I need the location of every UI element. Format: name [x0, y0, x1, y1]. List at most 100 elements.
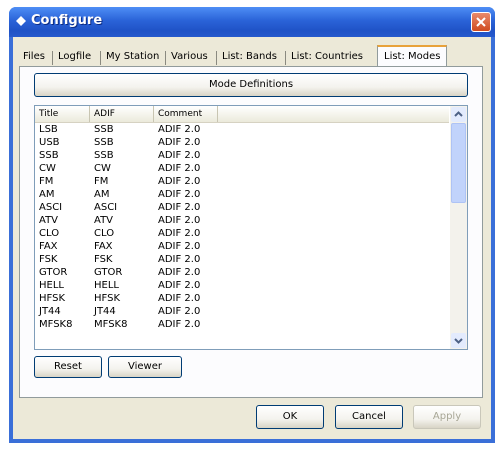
- row-title: USB: [39, 137, 60, 148]
- list-row[interactable]: ASCI ASCI ADIF 2.0: [35, 201, 449, 214]
- row-comment: ADIF 2.0: [158, 163, 201, 174]
- list-row[interactable]: USB SSB ADIF 2.0: [35, 136, 449, 149]
- row-title: FAX: [39, 241, 58, 252]
- vertical-scrollbar[interactable]: [450, 106, 467, 349]
- row-comment: ADIF 2.0: [158, 293, 201, 304]
- row-title: SSB: [39, 150, 59, 161]
- row-adif: FM: [94, 176, 109, 187]
- row-title: CW: [39, 163, 56, 174]
- row-adif: HELL: [94, 280, 119, 291]
- list-row[interactable]: MFSK8 MFSK8 ADIF 2.0: [35, 318, 449, 331]
- list-rows: LSB SSB ADIF 2.0 USB SSB ADIF 2.0 SSB SSB ADIF 2…: [35, 123, 449, 331]
- row-adif: SSB: [94, 150, 114, 161]
- row-adif: MFSK8: [94, 319, 128, 330]
- row-title: LSB: [39, 124, 58, 135]
- row-comment: ADIF 2.0: [158, 150, 201, 161]
- row-title: FM: [39, 176, 54, 187]
- row-title: ATV: [39, 215, 59, 226]
- row-title: ASCI: [39, 202, 63, 213]
- dialog-body: Files Logfile My Station Various List: B…: [13, 37, 491, 439]
- tab-list-countries[interactable]: List: Countries: [291, 48, 363, 66]
- row-comment: ADIF 2.0: [158, 202, 201, 213]
- tab-divider: [52, 51, 53, 65]
- list-row[interactable]: CLO CLO ADIF 2.0: [35, 227, 449, 240]
- row-comment: ADIF 2.0: [158, 189, 201, 200]
- row-comment: ADIF 2.0: [158, 280, 201, 291]
- mode-definitions-button[interactable]: Mode Definitions: [34, 73, 468, 97]
- row-adif: SSB: [94, 137, 114, 148]
- row-adif: SSB: [94, 124, 114, 135]
- row-comment: ADIF 2.0: [158, 228, 201, 239]
- row-title: CLO: [39, 228, 60, 239]
- list-modes-panel: Mode Definitions Title ADIF Comment LSB S…: [19, 66, 483, 398]
- row-adif: JT44: [94, 306, 116, 317]
- tab-various[interactable]: Various: [171, 48, 208, 66]
- tab-divider: [285, 51, 286, 65]
- row-comment: ADIF 2.0: [158, 124, 201, 135]
- reset-button[interactable]: Reset: [34, 356, 102, 378]
- list-row[interactable]: FM FM ADIF 2.0: [35, 175, 449, 188]
- list-row[interactable]: HELL HELL ADIF 2.0: [35, 279, 449, 292]
- column-header-adif[interactable]: ADIF: [90, 106, 154, 122]
- list-row[interactable]: HFSK HFSK ADIF 2.0: [35, 292, 449, 305]
- ok-button[interactable]: OK: [256, 405, 324, 429]
- row-adif: HFSK: [94, 293, 121, 304]
- scrollbar-thumb[interactable]: [451, 123, 466, 203]
- row-title: HFSK: [39, 293, 66, 304]
- row-title: JT44: [39, 306, 61, 317]
- tab-files[interactable]: Files: [23, 48, 45, 66]
- list-row[interactable]: ATV ATV ADIF 2.0: [35, 214, 449, 227]
- row-title: AM: [39, 189, 55, 200]
- row-comment: ADIF 2.0: [158, 267, 201, 278]
- row-adif: FAX: [94, 241, 113, 252]
- row-comment: ADIF 2.0: [158, 319, 201, 330]
- close-button[interactable]: [471, 12, 491, 32]
- diamond-icon: [16, 16, 26, 26]
- row-adif: ATV: [94, 215, 114, 226]
- apply-button: Apply: [413, 405, 481, 429]
- list-row[interactable]: JT44 JT44 ADIF 2.0: [35, 305, 449, 318]
- list-row[interactable]: CW CW ADIF 2.0: [35, 162, 449, 175]
- window-title: Configure: [31, 13, 103, 28]
- modes-list[interactable]: Title ADIF Comment LSB SSB ADIF 2.0 USB SSB A…: [34, 105, 468, 350]
- row-title: MFSK8: [39, 319, 73, 330]
- column-header-title[interactable]: Title: [35, 106, 90, 122]
- row-adif: AM: [94, 189, 110, 200]
- column-header-comment[interactable]: Comment: [154, 106, 218, 122]
- row-comment: ADIF 2.0: [158, 306, 201, 317]
- scroll-down-arrow-icon[interactable]: [451, 333, 466, 348]
- row-adif: CLO: [94, 228, 115, 239]
- list-row[interactable]: FAX FAX ADIF 2.0: [35, 240, 449, 253]
- tab-list-modes[interactable]: List: Modes: [377, 45, 448, 67]
- list-row[interactable]: GTOR GTOR ADIF 2.0: [35, 266, 449, 279]
- list-row[interactable]: LSB SSB ADIF 2.0: [35, 123, 449, 136]
- list-row[interactable]: FSK FSK ADIF 2.0: [35, 253, 449, 266]
- cancel-button[interactable]: Cancel: [335, 405, 403, 429]
- row-adif: ASCI: [94, 202, 118, 213]
- row-title: FSK: [39, 254, 58, 265]
- list-row[interactable]: AM AM ADIF 2.0: [35, 188, 449, 201]
- row-adif: FSK: [94, 254, 113, 265]
- scroll-up-arrow-icon[interactable]: [451, 107, 466, 122]
- row-title: GTOR: [39, 267, 68, 278]
- row-comment: ADIF 2.0: [158, 241, 201, 252]
- tab-divider: [165, 51, 166, 65]
- tab-list-bands[interactable]: List: Bands: [222, 48, 277, 66]
- row-adif: CW: [94, 163, 111, 174]
- row-comment: ADIF 2.0: [158, 215, 201, 226]
- tab-divider: [100, 51, 101, 65]
- tab-my-station[interactable]: My Station: [106, 48, 159, 66]
- row-adif: GTOR: [94, 267, 123, 278]
- row-comment: ADIF 2.0: [158, 137, 201, 148]
- viewer-button[interactable]: Viewer: [108, 356, 182, 378]
- tab-divider: [216, 51, 217, 65]
- tab-logfile[interactable]: Logfile: [58, 48, 91, 66]
- row-comment: ADIF 2.0: [158, 254, 201, 265]
- list-row[interactable]: SSB SSB ADIF 2.0: [35, 149, 449, 162]
- close-icon: [476, 17, 486, 27]
- row-comment: ADIF 2.0: [158, 176, 201, 187]
- list-header: Title ADIF Comment: [35, 106, 449, 123]
- title-bar[interactable]: Configure: [9, 7, 495, 37]
- configure-window: Configure Files Logfile My Station Vario…: [9, 7, 495, 443]
- row-title: HELL: [39, 280, 64, 291]
